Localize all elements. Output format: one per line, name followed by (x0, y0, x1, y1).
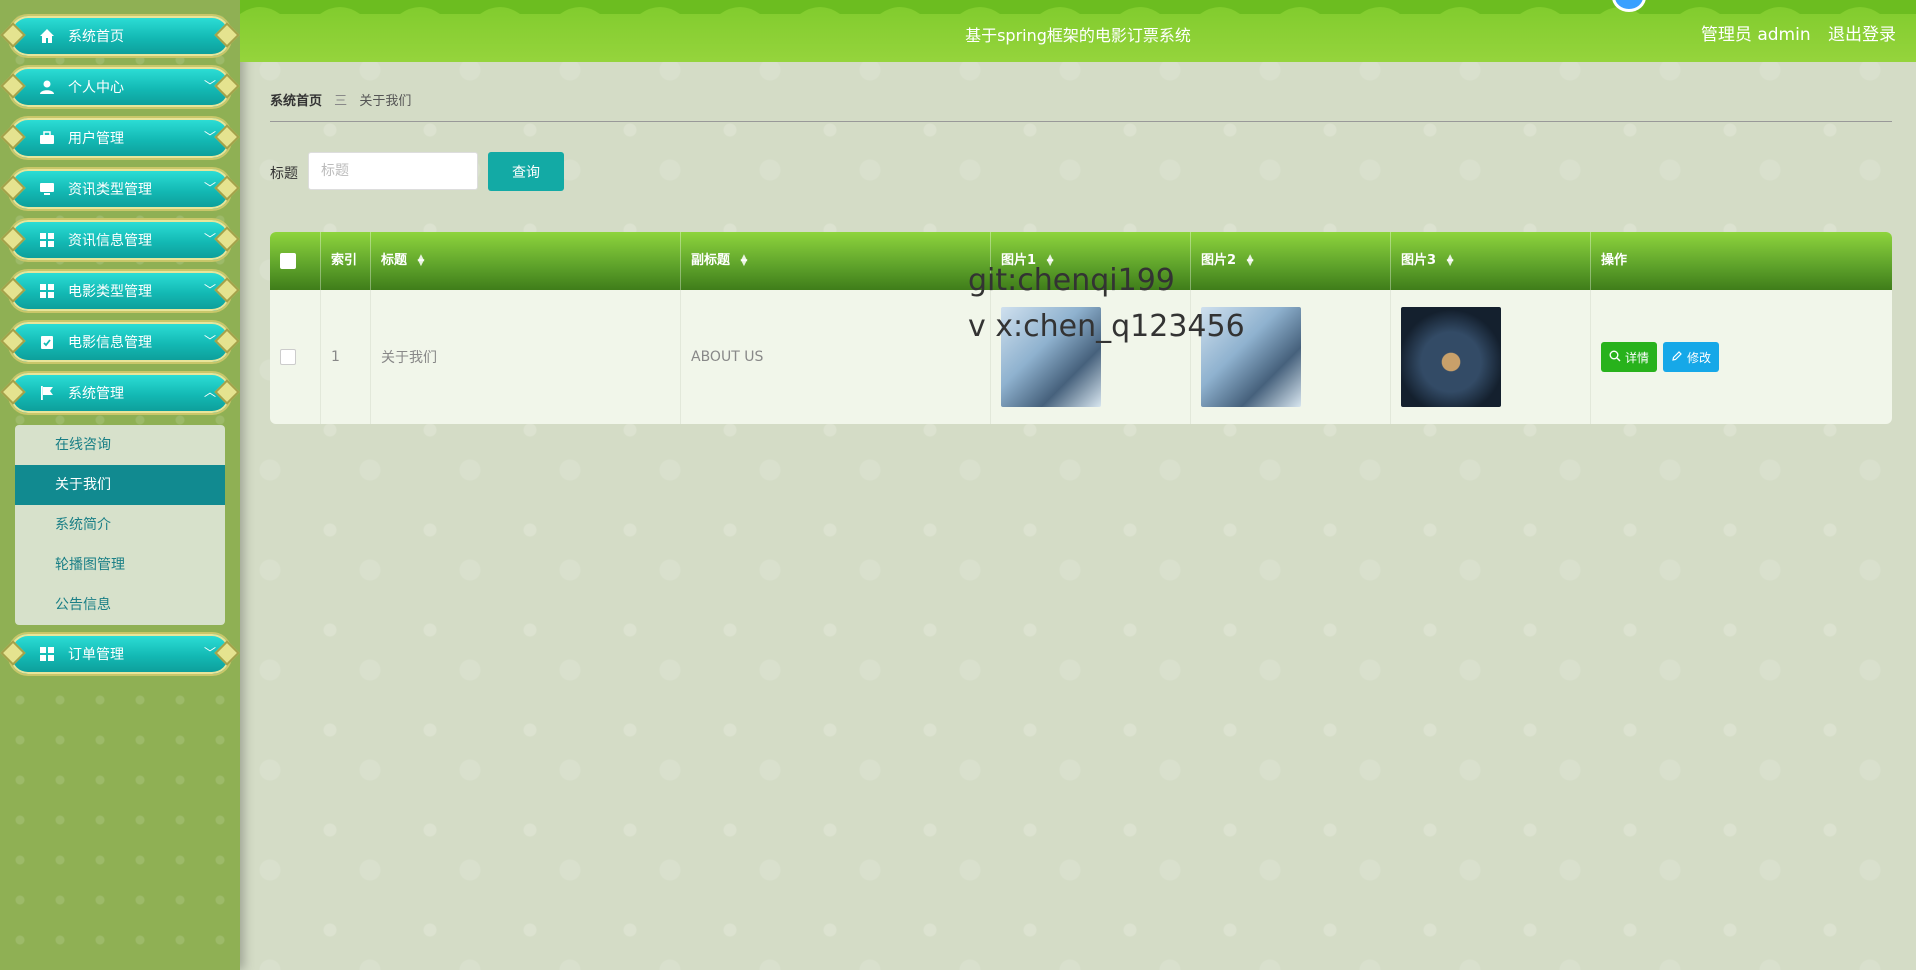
divider (270, 121, 1892, 122)
table-header: 索引 标题 ▲ ▼ 副标题 ▲ ▼ 图片1 ▲ ▼ 图片2 ▲ ▼ 图片3 ▲ ▼ 操作 (270, 232, 1892, 290)
flag-icon (38, 384, 56, 402)
grid-icon (38, 645, 56, 663)
row-select-cell (270, 290, 321, 424)
sidebar-item-label: 资讯信息管理 (68, 233, 152, 249)
header-image3[interactable]: 图片3 ▲ ▼ (1391, 232, 1591, 290)
sidebar-item-system[interactable]: 系统管理 ︿ (8, 371, 232, 415)
chevron-up-icon: ︿ (203, 385, 216, 399)
column-header: 图片2 (1201, 253, 1237, 268)
image1-thumbnail[interactable] (1001, 307, 1101, 407)
sidebar-item-label: 资讯类型管理 (68, 182, 152, 198)
breadcrumb-separator: 三 (334, 94, 348, 109)
submenu-item-about[interactable]: 关于我们 (15, 465, 225, 505)
column-header: 标题 (381, 253, 408, 268)
sidebar-item-label: 电影类型管理 (68, 284, 152, 300)
image2-cell (1191, 290, 1391, 424)
sort-icon[interactable]: ▲ ▼ (1247, 253, 1254, 267)
search-icon (1609, 350, 1621, 365)
header-select-all (270, 232, 321, 290)
submenu-item-intro[interactable]: 系统简介 (15, 505, 225, 545)
sidebar-item-news-type[interactable]: 资讯类型管理 ﹀ (8, 167, 232, 211)
top-header: 基于spring框架的电影订票系统 管理员 admin 退出登录 (240, 0, 1916, 62)
sort-icon[interactable]: ▲ ▼ (418, 253, 425, 267)
detail-button[interactable]: 详情 (1601, 342, 1658, 372)
index-cell: 1 (321, 290, 371, 424)
sidebar: 系统首页 个人中心 ﹀ 用户管理 ﹀ 资讯类型管理 ﹀ 资讯信息管理 ﹀ 电影类… (0, 0, 240, 970)
chevron-down-icon: ﹀ (203, 283, 216, 297)
search-label: 标题 (270, 166, 298, 182)
column-header: 图片1 (1001, 253, 1037, 268)
table-row: 1 关于我们 ABOUT US 详情 修改 (270, 290, 1892, 424)
sidebar-item-label: 系统首页 (68, 29, 124, 45)
column-header: 副标题 (691, 253, 731, 268)
actions-cell: 详情 修改 (1591, 290, 1892, 424)
home-icon (38, 27, 56, 45)
select-all-checkbox[interactable] (280, 253, 296, 269)
grid-icon (38, 231, 56, 249)
header-wave-decoration (240, 0, 1916, 14)
image3-cell (1391, 290, 1591, 424)
system-submenu: 在线咨询 关于我们 系统简介 轮播图管理 公告信息 (15, 425, 225, 625)
image3-thumbnail[interactable] (1401, 307, 1501, 407)
breadcrumb-current: 关于我们 (359, 94, 412, 109)
breadcrumb: 系统首页 三 关于我们 (270, 90, 411, 109)
chevron-down-icon: ﹀ (203, 130, 216, 144)
chevron-down-icon: ﹀ (203, 232, 216, 246)
column-header: 索引 (331, 253, 358, 268)
chevron-down-icon: ﹀ (203, 646, 216, 660)
image2-thumbnail[interactable] (1201, 307, 1301, 407)
user-label: 管理员 admin (1700, 25, 1811, 45)
app-title: 基于spring框架的电影订票系统 (965, 26, 1191, 45)
edit-button-label: 修改 (1687, 350, 1712, 365)
sidebar-item-label: 用户管理 (68, 131, 124, 147)
header-image2[interactable]: 图片2 ▲ ▼ (1191, 232, 1391, 290)
header-subtitle[interactable]: 副标题 ▲ ▼ (681, 232, 991, 290)
sidebar-item-orders[interactable]: 订单管理 ﹀ (8, 632, 232, 676)
sidebar-item-movie-type[interactable]: 电影类型管理 ﹀ (8, 269, 232, 313)
subtitle-cell: ABOUT US (681, 290, 991, 424)
detail-button-label: 详情 (1625, 350, 1650, 365)
chevron-down-icon: ﹀ (203, 334, 216, 348)
image1-cell (991, 290, 1191, 424)
search-button[interactable]: 查询 (488, 152, 564, 191)
user-icon (38, 78, 56, 96)
header-index: 索引 (321, 232, 371, 290)
sidebar-item-users[interactable]: 用户管理 ﹀ (8, 116, 232, 160)
monitor-icon (38, 180, 56, 198)
column-header: 图片3 (1401, 253, 1437, 268)
column-header: 操作 (1601, 253, 1628, 268)
chevron-down-icon: ﹀ (203, 181, 216, 195)
sidebar-item-personal[interactable]: 个人中心 ﹀ (8, 65, 232, 109)
sort-icon[interactable]: ▲ ▼ (1447, 253, 1454, 267)
title-search-input[interactable] (308, 152, 478, 190)
sidebar-item-label: 电影信息管理 (68, 335, 152, 351)
sort-icon[interactable]: ▲ ▼ (1047, 253, 1054, 267)
title-cell: 关于我们 (371, 290, 681, 424)
sidebar-item-home[interactable]: 系统首页 (8, 14, 232, 58)
submenu-item-consult[interactable]: 在线咨询 (15, 425, 225, 465)
breadcrumb-home[interactable]: 系统首页 (270, 94, 322, 109)
clipboard-icon (38, 333, 56, 351)
sort-icon[interactable]: ▲ ▼ (741, 253, 748, 267)
user-area: 管理员 admin 退出登录 (1689, 20, 1896, 45)
logout-link[interactable]: 退出登录 (1828, 25, 1896, 45)
header-actions: 操作 (1591, 232, 1892, 290)
sidebar-item-label: 个人中心 (68, 80, 124, 96)
briefcase-icon (38, 129, 56, 147)
submenu-item-notice[interactable]: 公告信息 (15, 585, 225, 625)
sidebar-item-news-info[interactable]: 资讯信息管理 ﹀ (8, 218, 232, 262)
row-checkbox[interactable] (280, 349, 296, 365)
sidebar-item-movie-info[interactable]: 电影信息管理 ﹀ (8, 320, 232, 364)
header-image1[interactable]: 图片1 ▲ ▼ (991, 232, 1191, 290)
data-table: 索引 标题 ▲ ▼ 副标题 ▲ ▼ 图片1 ▲ ▼ 图片2 ▲ ▼ 图片3 ▲ ▼ 操作 … (270, 232, 1892, 424)
edit-button[interactable]: 修改 (1663, 342, 1720, 372)
chevron-down-icon: ﹀ (203, 79, 216, 93)
grid-icon (38, 282, 56, 300)
sidebar-item-label: 系统管理 (68, 386, 124, 402)
sidebar-item-label: 订单管理 (68, 647, 124, 663)
pencil-icon (1671, 350, 1683, 365)
submenu-item-carousel[interactable]: 轮播图管理 (15, 545, 225, 585)
header-title[interactable]: 标题 ▲ ▼ (371, 232, 681, 290)
